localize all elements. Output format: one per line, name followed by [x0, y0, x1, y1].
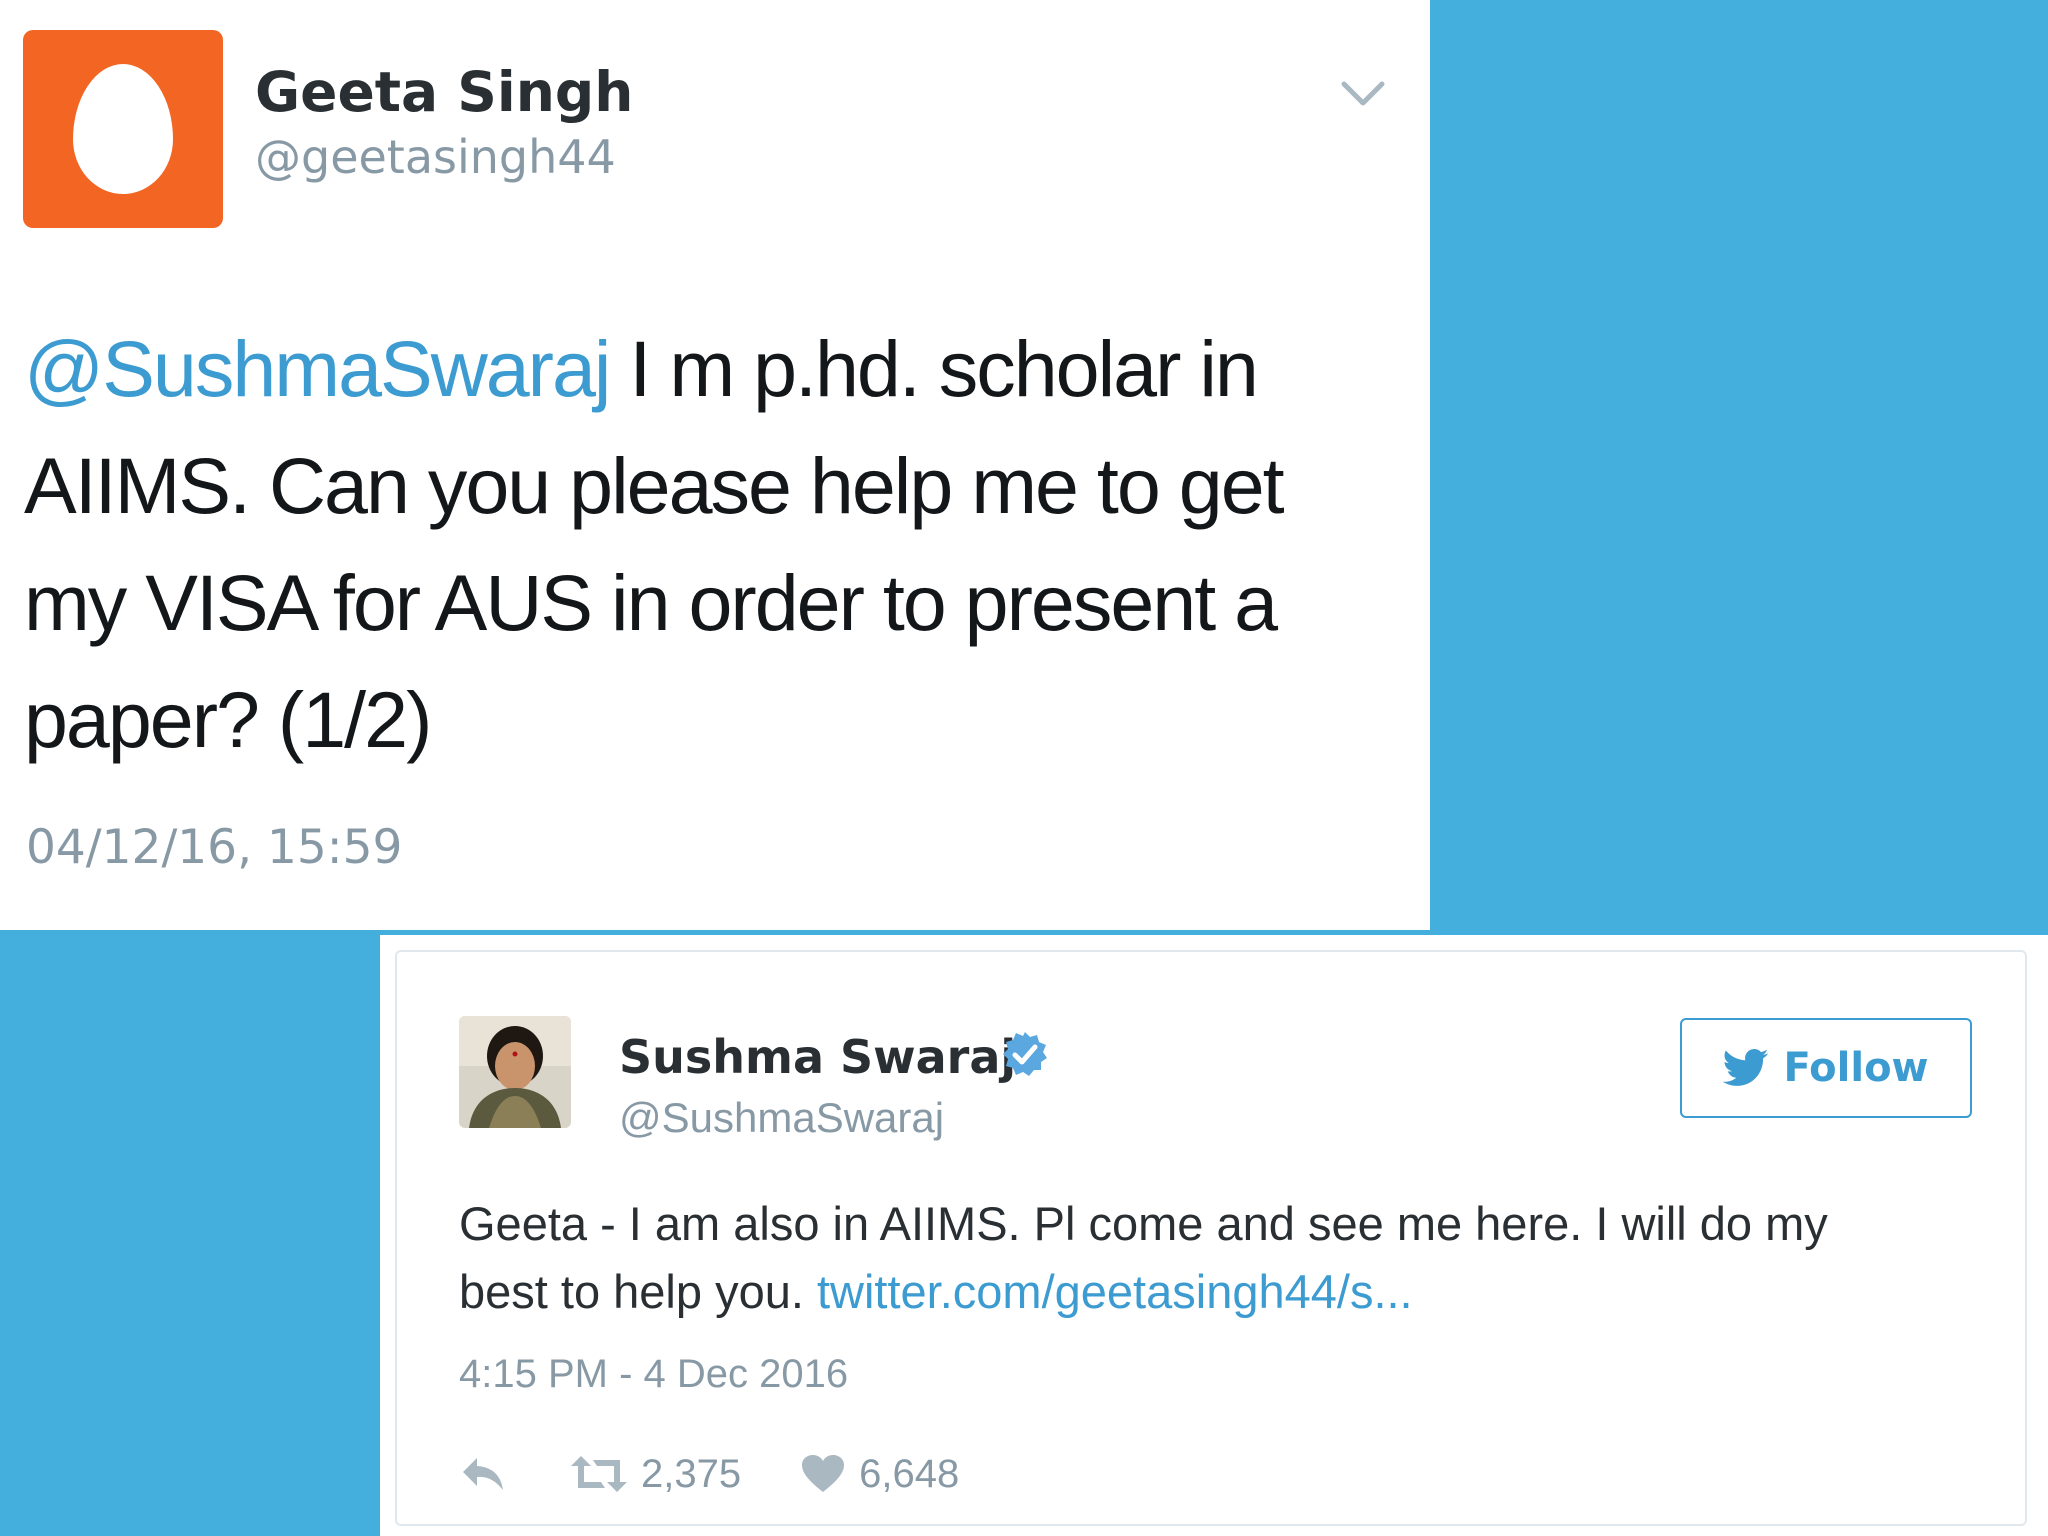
retweet-count: 2,375 — [641, 1451, 742, 1496]
tweet-text-segment: best to help you. — [459, 1265, 817, 1318]
tweet-geeta-singh: Geeta Singh @geetasingh44 @SushmaSwaraj … — [0, 0, 1430, 930]
mention-link[interactable]: @SushmaSwaraj — [24, 324, 611, 413]
tweet-text-line: paper? (1/2) — [24, 675, 432, 764]
tweet-text: Geeta - I am also in AIIMS. Pl come and … — [459, 1190, 1999, 1326]
author-name[interactable]: Geeta Singh — [255, 60, 633, 124]
reply-icon — [463, 1458, 503, 1490]
retweet-button[interactable]: 2,375 — [571, 1452, 741, 1497]
like-count: 6,648 — [859, 1451, 960, 1496]
tweet-text-line: Geeta - I am also in AIIMS. Pl come and … — [459, 1197, 1828, 1250]
screenshot-canvas: Geeta Singh @geetasingh44 @SushmaSwaraj … — [0, 0, 2048, 1536]
tweet-text-line: best to help you. twitter.com/geetasingh… — [459, 1258, 1999, 1326]
follow-button-label: Follow — [1783, 1045, 1929, 1091]
tweet-sushma-swaraj: Sushma Swaraj @SushmaSwaraj Follow Geeta… — [395, 950, 2027, 1526]
chevron-down-icon[interactable] — [1340, 78, 1386, 108]
tweet-text: @SushmaSwaraj I m p.hd. scholar in AIIMS… — [24, 310, 1404, 778]
tweet-text-line: AIIMS. Can you please help me to get — [24, 441, 1285, 530]
heart-icon — [802, 1455, 845, 1492]
like-button[interactable]: 6,648 — [801, 1452, 959, 1497]
egg-shape — [73, 64, 173, 194]
tweet-link[interactable]: twitter.com/geetasingh44/s... — [817, 1265, 1413, 1318]
tweet-timestamp[interactable]: 4:15 PM - 4 Dec 2016 — [459, 1352, 848, 1397]
tweet-actions: 2,375 6,648 — [459, 1446, 959, 1502]
retweet-icon — [571, 1456, 627, 1492]
default-egg-avatar-icon[interactable] — [23, 30, 223, 228]
tweet-timestamp: 04/12/16, 15:59 — [26, 820, 403, 875]
author-handle[interactable]: @SushmaSwaraj — [619, 1094, 944, 1142]
tweet-text-segment: I m p.hd. scholar in — [609, 324, 1258, 413]
tweet-text-line: my VISA for AUS in order to present a — [24, 558, 1278, 647]
twitter-bird-icon — [1723, 1049, 1769, 1086]
embedded-tweet-frame: Sushma Swaraj @SushmaSwaraj Follow Geeta… — [380, 935, 2048, 1536]
verified-badge-icon — [1003, 1032, 1047, 1076]
reply-button[interactable] — [459, 1454, 507, 1494]
tweet-text-line: @SushmaSwaraj I m p.hd. scholar in — [24, 310, 1404, 427]
author-handle[interactable]: @geetasingh44 — [255, 130, 616, 184]
profile-photo[interactable] — [459, 1016, 571, 1128]
author-name[interactable]: Sushma Swaraj — [619, 1030, 1016, 1084]
follow-button[interactable]: Follow — [1680, 1018, 1972, 1118]
